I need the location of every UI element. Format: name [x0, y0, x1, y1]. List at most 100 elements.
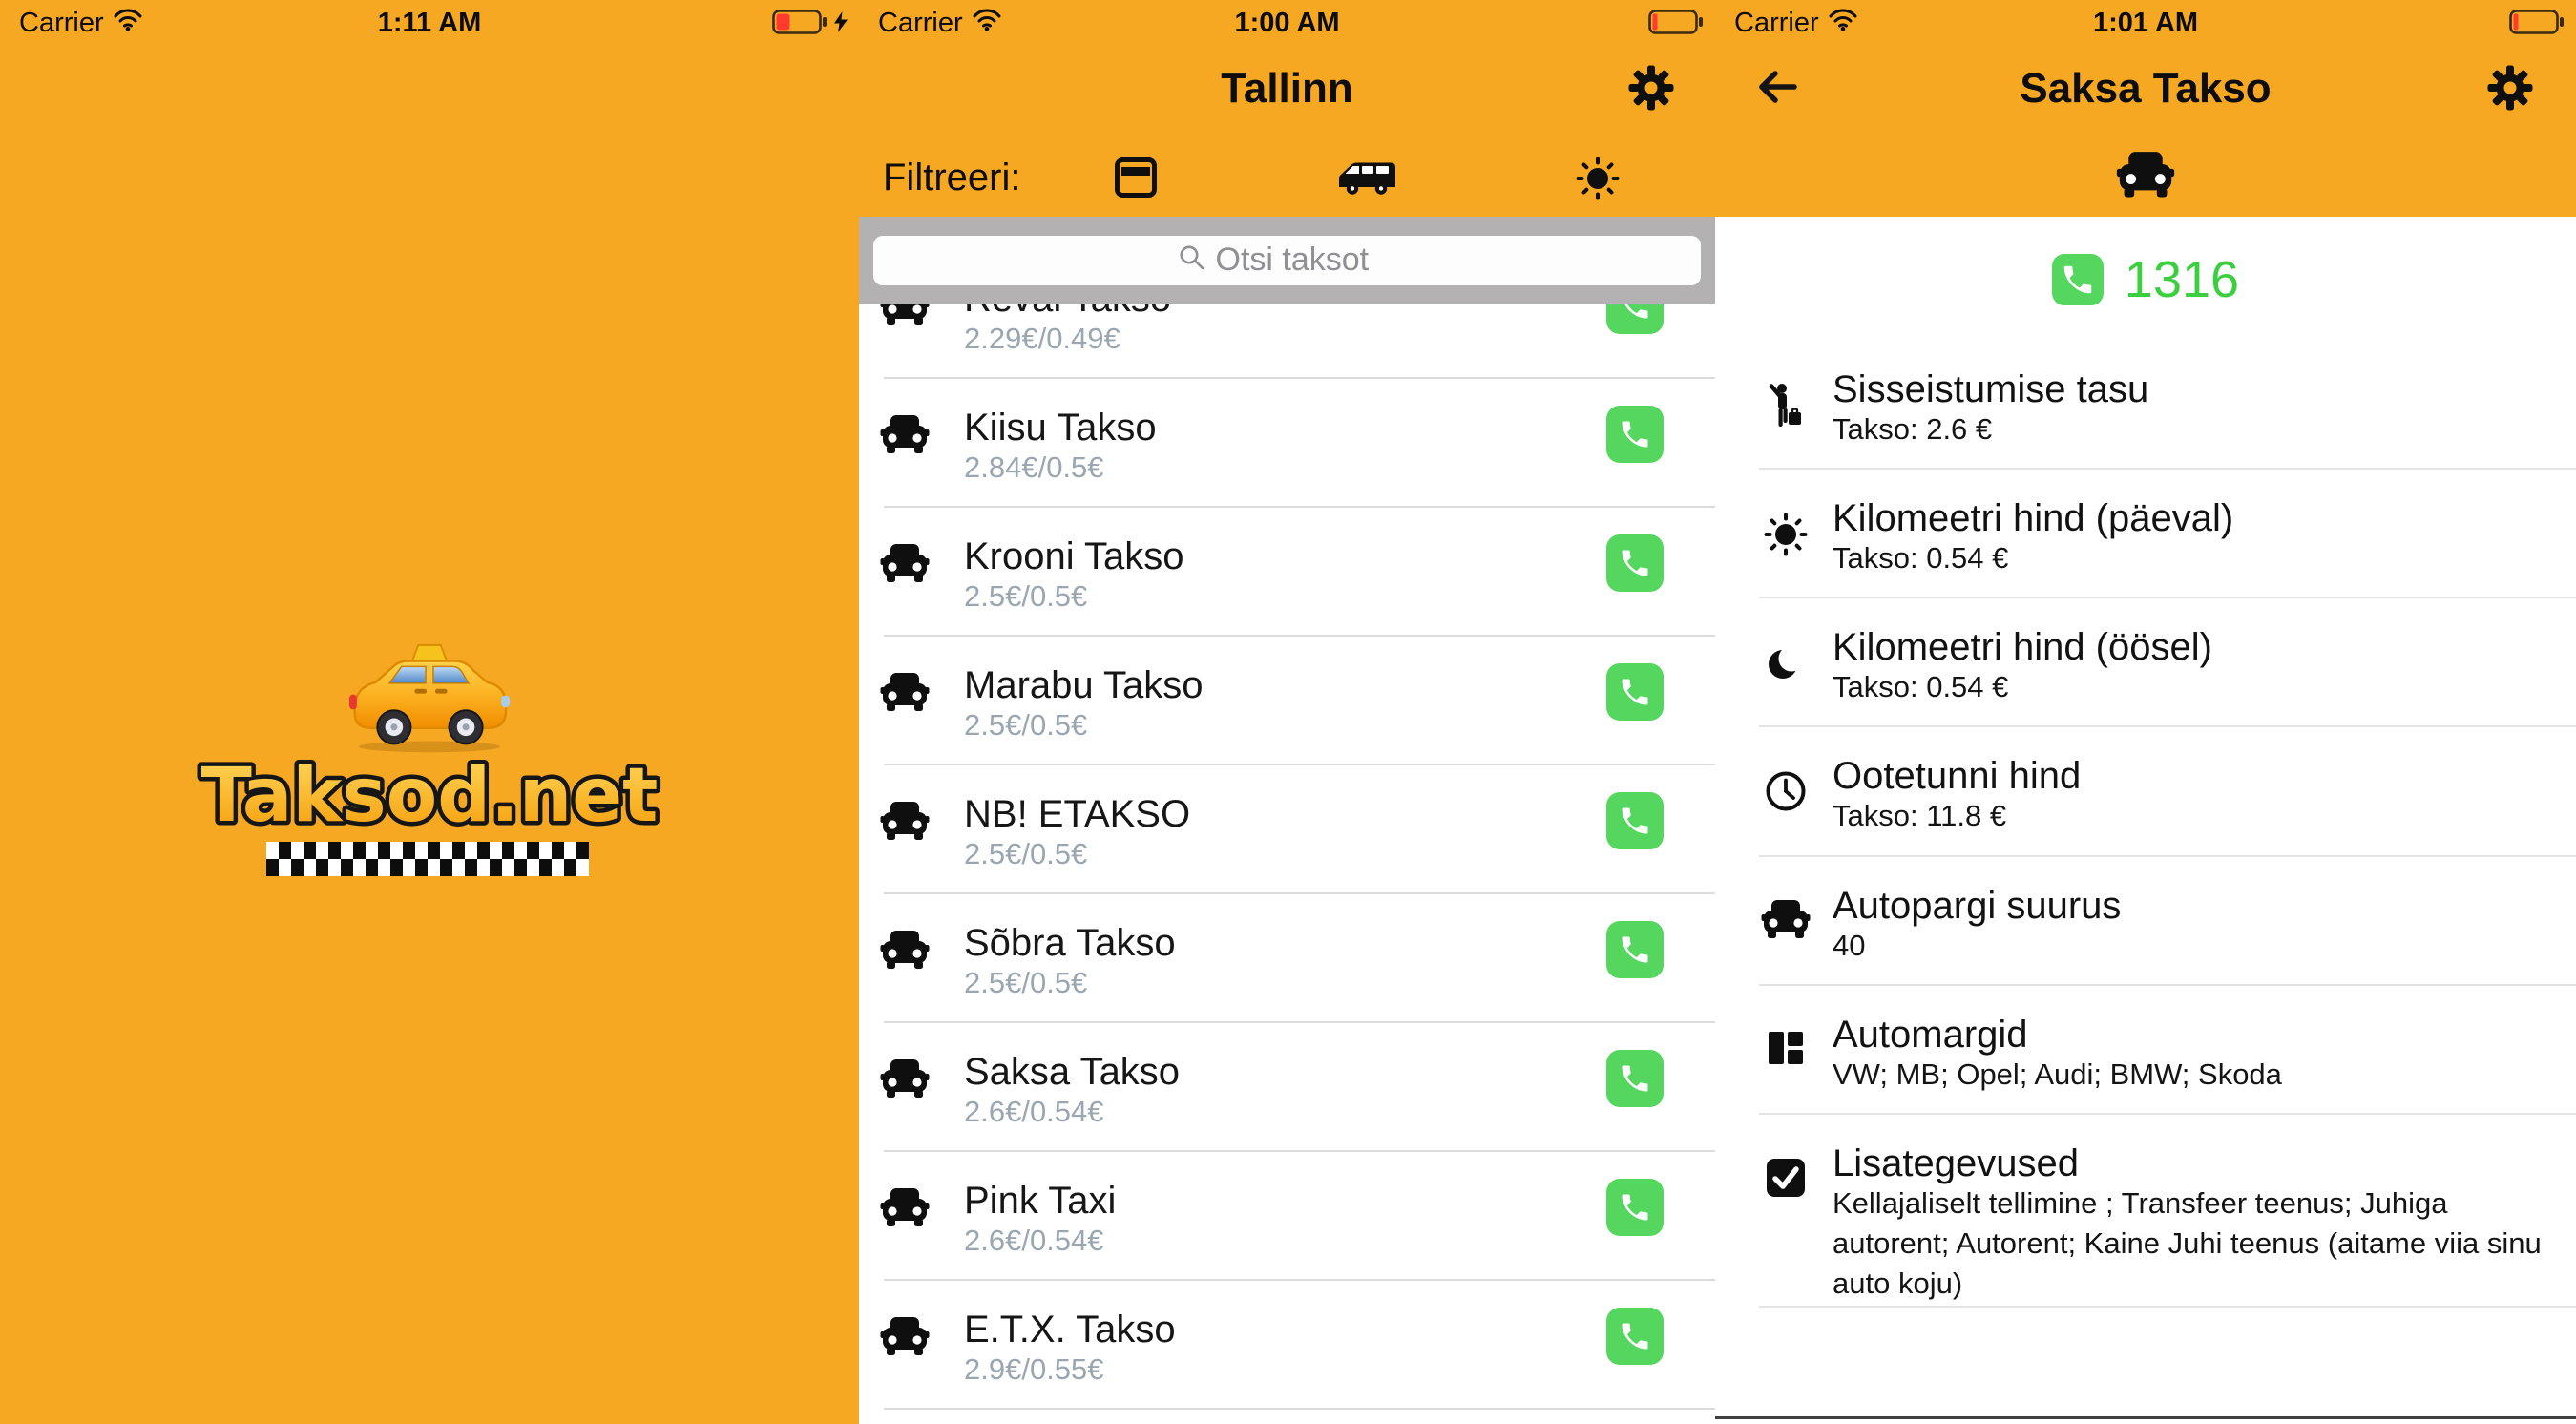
- page-title: Saksa Takso: [1715, 65, 2576, 113]
- card-icon[interactable]: [1115, 156, 1157, 202]
- taxi-price: 2.29€/0.49€: [964, 320, 1120, 358]
- taxi-name: E.T.X. Takso: [964, 1308, 1176, 1351]
- car-icon: [880, 543, 930, 590]
- taxi-name: Pink Taxi: [964, 1179, 1116, 1223]
- sun-icon[interactable]: [1575, 156, 1621, 204]
- call-button[interactable]: [1606, 663, 1664, 721]
- van-icon[interactable]: [1336, 158, 1399, 201]
- search-icon: [1178, 243, 1206, 277]
- detail-value: 40: [1833, 926, 1865, 966]
- detail-row: Sisseistumise tasuTakso: 2.6 €: [1715, 341, 2576, 470]
- search-field[interactable]: [873, 236, 1701, 285]
- moon-icon: [1761, 640, 1811, 691]
- taxi-price: 2.6€/0.54€: [964, 1093, 1104, 1131]
- checkbox-icon: [1761, 1157, 1811, 1204]
- status-bar: Carrier 1:00 AM: [859, 0, 1715, 44]
- phone-icon: [2052, 254, 2104, 305]
- detail-value: Kellajaliselt tellimine ; Transfeer teen…: [1833, 1183, 2544, 1304]
- detail-value: Takso: 0.54 €: [1833, 538, 2008, 578]
- detail-value: Takso: 2.6 €: [1833, 409, 1992, 450]
- taxi-name: Krooni Takso: [964, 534, 1184, 578]
- list-item[interactable]: Pink Taxi2.6€/0.54€: [859, 1152, 1715, 1281]
- call-button[interactable]: [1606, 1179, 1664, 1236]
- taxi-name: NB! ETAKSO: [964, 792, 1190, 836]
- search-input[interactable]: [1216, 241, 1397, 279]
- grid-icon: [1761, 1028, 1811, 1073]
- taxi-name: Kiisu Takso: [964, 406, 1157, 450]
- detail-title: Sisseistumise tasu: [1833, 367, 2148, 411]
- status-bar: Carrier 1:11 AM: [0, 0, 859, 44]
- status-bar: Carrier 1:01 AM: [1715, 0, 2576, 44]
- call-button[interactable]: [1606, 792, 1664, 849]
- status-time: 1:11 AM: [0, 8, 859, 39]
- car-icon: [880, 672, 930, 719]
- detail-row: Kilomeetri hind (päeval)Takso: 0.54 €: [1715, 470, 2576, 598]
- taxi-price: 2.84€/0.5€: [964, 449, 1104, 487]
- list-item[interactable]: Saksa Takso2.6€/0.54€: [859, 1023, 1715, 1152]
- detail-title: Kilomeetri hind (öösel): [1833, 625, 2212, 669]
- call-button[interactable]: [1606, 921, 1664, 978]
- charging-bolt-icon: [834, 11, 848, 37]
- detail-row: LisategevusedKellajaliselt tellimine ; T…: [1715, 1115, 2576, 1308]
- list-item[interactable]: Sõbra Takso2.5€/0.5€: [859, 894, 1715, 1023]
- detail-title: Automargid: [1833, 1013, 2028, 1057]
- settings-gear-icon[interactable]: [2486, 65, 2534, 113]
- call-button[interactable]: [1606, 1050, 1664, 1107]
- person-luggage-icon: [1761, 383, 1811, 437]
- list-item[interactable]: Marabu Takso2.5€/0.5€: [859, 637, 1715, 765]
- detail-row: Kilomeetri hind (öösel)Takso: 0.54 €: [1715, 598, 2576, 727]
- taxi-name: Saksa Takso: [964, 1050, 1180, 1094]
- taxi-price: 2.6€/0.54€: [964, 1222, 1104, 1260]
- taxi-price: 2.5€/0.5€: [964, 706, 1087, 744]
- call-button[interactable]: [1606, 406, 1664, 463]
- list-item[interactable]: E.T.X. Takso2.9€/0.55€: [859, 1281, 1715, 1410]
- car-icon: [880, 930, 930, 976]
- taxi-price: 2.9€/0.55€: [964, 1351, 1104, 1389]
- car-icon: [1761, 899, 1811, 946]
- car-icon: [880, 801, 930, 848]
- phone-number-row[interactable]: 1316: [1715, 251, 2576, 308]
- logo-wordmark: Taksod.net: [0, 752, 859, 848]
- app-screenshot-composite: Carrier 1:11 AM: [0, 0, 2576, 1424]
- car-icon: [1715, 151, 2576, 205]
- list-item[interactable]: Kiisu Takso2.84€/0.5€: [859, 379, 1715, 508]
- detail-title: Ootetunni hind: [1833, 754, 2081, 798]
- status-time: 1:01 AM: [1715, 8, 2576, 39]
- detail-title: Kilomeetri hind (päeval): [1833, 496, 2233, 540]
- splash-panel: Carrier 1:11 AM: [0, 0, 859, 1424]
- settings-gear-icon[interactable]: [1627, 65, 1675, 113]
- phone-number: 1316: [2125, 250, 2239, 309]
- detail-value: Takso: 11.8 €: [1833, 796, 2006, 836]
- detail-title: Lisategevused: [1833, 1141, 2079, 1185]
- search-bar-container: [859, 217, 1715, 304]
- taxi-list-panel: Reval Takso2.29€/0.49€Kiisu Takso2.84€/0…: [859, 0, 1715, 1424]
- clock-icon: [1761, 769, 1811, 818]
- detail-value: VW; MB; Opel; Audi; BMW; Skoda: [1833, 1055, 2282, 1095]
- taxi-price: 2.5€/0.5€: [964, 835, 1087, 873]
- battery-icon: [772, 10, 827, 39]
- battery-icon: [2509, 10, 2565, 39]
- car-icon: [880, 1316, 930, 1363]
- status-time: 1:00 AM: [859, 8, 1715, 39]
- sun-icon: [1761, 512, 1811, 562]
- call-button[interactable]: [1606, 1308, 1664, 1365]
- taxi-price: 2.5€/0.5€: [964, 964, 1087, 1002]
- taxi-name: Sõbra Takso: [964, 921, 1176, 965]
- detail-title: Autopargi suurus: [1833, 884, 2121, 928]
- detail-row: Autopargi suurus40: [1715, 857, 2576, 986]
- car-icon: [880, 1058, 930, 1105]
- list-item[interactable]: NB! ETAKSO2.5€/0.5€: [859, 765, 1715, 894]
- detail-row: AutomargidVW; MB; Opel; Audi; BMW; Skoda: [1715, 986, 2576, 1115]
- taxi-price: 2.5€/0.5€: [964, 577, 1087, 616]
- call-button[interactable]: [1606, 534, 1664, 592]
- list-item[interactable]: Krooni Takso2.5€/0.5€: [859, 508, 1715, 637]
- battery-icon: [1648, 10, 1704, 39]
- detail-row: Ootetunni hindTakso: 11.8 €: [1715, 727, 2576, 857]
- checkered-flag-strip: [266, 842, 589, 876]
- logo-text-svg: Taksod.net: [201, 753, 659, 839]
- bottom-edge-line: [1715, 1416, 2576, 1419]
- car-icon: [880, 414, 930, 461]
- car-icon: [880, 1187, 930, 1234]
- taxi-logo-image: [336, 641, 523, 764]
- taxi-name: Marabu Takso: [964, 663, 1204, 707]
